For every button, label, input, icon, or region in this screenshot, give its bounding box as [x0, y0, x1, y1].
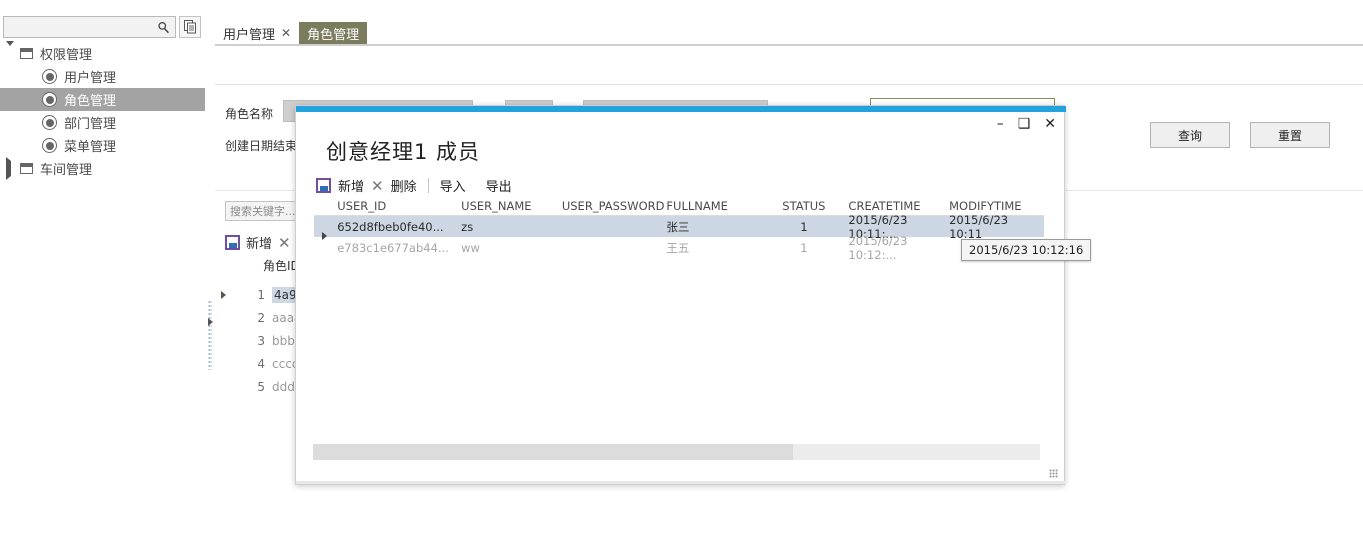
member-dialog: – ❑ ✕ 创意经理1 成员 新增 ✕ 删除 导入 导出 USER_ID USE… — [295, 105, 1066, 485]
reset-button[interactable]: 重置 — [1250, 122, 1330, 148]
app-window: 权限管理 用户管理 角色管理 部门管理 菜单管理 车间管理 用户管理 ✕ 角色管… — [0, 0, 1363, 535]
row-number: 1 — [257, 287, 265, 302]
grid-toolbar: 新增 ✕ — [225, 233, 291, 252]
cell-user-name: ww — [461, 240, 480, 255]
scrollbar-thumb[interactable] — [313, 444, 793, 460]
tab-strip: 用户管理 ✕ 角色管理 — [215, 20, 1363, 44]
close-icon[interactable]: ✕ — [281, 26, 291, 40]
cell-user-name: zs — [461, 219, 474, 234]
expand-collapse-toggle[interactable] — [6, 41, 20, 65]
column-header-modifytime[interactable]: MODIFYTIME — [949, 199, 1044, 213]
tab-label: 用户管理 — [223, 27, 276, 43]
cell-fullname: 张三 — [666, 219, 690, 234]
horizontal-scrollbar[interactable] — [313, 444, 1040, 460]
save-add-icon — [316, 178, 331, 193]
dialog-import-button[interactable]: 导入 — [440, 176, 466, 195]
grid-add-button[interactable]: 新增 — [246, 233, 272, 252]
resize-grip[interactable] — [1049, 469, 1058, 478]
sidebar-splitter[interactable] — [205, 0, 215, 535]
dialog-bottom-edge — [296, 481, 1066, 484]
row-number: 2 — [257, 310, 265, 325]
dialog-delete-button[interactable]: 删除 — [391, 176, 417, 195]
dialog-toolbar: 新增 ✕ 删除 导入 导出 — [316, 176, 512, 195]
cell-status: 1 — [800, 219, 808, 234]
copy-document-button[interactable] — [179, 16, 201, 38]
sidebar-item-user-management[interactable]: 用户管理 — [0, 65, 205, 88]
row-number: 3 — [257, 333, 265, 348]
column-header-createtime[interactable]: CREATETIME — [848, 199, 949, 213]
cell-createtime: 2015/6/23 10:12:... — [848, 233, 908, 262]
table-row[interactable]: e783c1e677ab44... ww 王五 1 2015/6/23 10:1… — [314, 234, 1044, 262]
person-icon — [42, 138, 57, 153]
column-header-status[interactable]: STATUS — [759, 199, 848, 213]
row-number: 4 — [257, 356, 265, 371]
sidebar-item-label: 车间管理 — [40, 163, 93, 178]
sidebar-item-label: 菜单管理 — [64, 140, 117, 155]
sidebar-item-label: 部门管理 — [64, 117, 117, 132]
cell-fullname: 王五 — [666, 240, 690, 255]
navigation-tree: 权限管理 用户管理 角色管理 部门管理 菜单管理 车间管理 — [0, 41, 205, 180]
splitter-grip[interactable] — [208, 300, 212, 370]
copy-document-icon — [183, 20, 196, 34]
sidebar-item-label: 角色管理 — [64, 94, 117, 109]
delete-x-icon[interactable]: ✕ — [371, 177, 384, 195]
search-icon — [158, 21, 169, 34]
sidebar-item-menu-management[interactable]: 菜单管理 — [0, 134, 205, 157]
label-role-name: 角色名称 — [225, 107, 274, 121]
dialog-add-button[interactable]: 新增 — [338, 176, 364, 195]
toolbar-separator — [427, 178, 429, 193]
column-header-fullname[interactable]: FULLNAME — [666, 199, 759, 213]
cell-modifytime: 2015/6/23 10:11 — [949, 212, 1009, 241]
sidebar-item-workshop-management[interactable]: 车间管理 — [0, 157, 205, 180]
row-number: 5 — [257, 379, 265, 394]
tab-user-management[interactable]: 用户管理 ✕ — [215, 22, 300, 44]
save-add-icon — [225, 235, 240, 250]
sidebar-search-row — [3, 16, 201, 38]
sidebar-item-label: 权限管理 — [40, 48, 93, 63]
expand-collapse-toggle[interactable] — [6, 157, 20, 180]
cell-user-id: 652d8fbeb0fe40... — [337, 219, 444, 234]
tab-underline — [215, 44, 1363, 46]
sidebar-item-role-management[interactable]: 角色管理 — [0, 88, 205, 111]
column-header-user-password[interactable]: USER_PASSWORD — [562, 199, 667, 213]
dialog-accent-bar — [296, 106, 1066, 112]
person-icon — [42, 69, 57, 84]
folder-icon — [20, 163, 33, 174]
delete-x-icon[interactable]: ✕ — [278, 234, 291, 252]
tab-label: 角色管理 — [307, 27, 360, 43]
minimize-button[interactable]: – — [997, 117, 1004, 131]
sidebar-item-department-management[interactable]: 部门管理 — [0, 111, 205, 134]
row-marker-icon — [221, 291, 226, 299]
column-header-user-name[interactable]: USER_NAME — [461, 199, 562, 213]
search-box[interactable] — [3, 16, 176, 38]
cell-user-id: e783c1e677ab44... — [337, 240, 449, 255]
label-create-date-end: 创建日期结束 — [225, 139, 298, 153]
person-icon — [42, 92, 57, 107]
dialog-export-button[interactable]: 导出 — [486, 176, 512, 195]
datetime-tooltip: 2015/6/23 10:12:16 — [961, 239, 1092, 261]
dialog-title: 创意经理1 成员 — [326, 140, 481, 164]
sidebar-item-label: 用户管理 — [64, 71, 117, 86]
sidebar-item-permission-management[interactable]: 权限管理 — [0, 41, 205, 65]
close-button[interactable]: ✕ — [1044, 117, 1056, 131]
content-header-panel — [215, 47, 1363, 85]
person-icon — [42, 115, 57, 130]
splitter-collapse-arrow-icon[interactable] — [208, 318, 213, 326]
folder-icon — [20, 48, 33, 59]
sidebar: 权限管理 用户管理 角色管理 部门管理 菜单管理 车间管理 — [0, 0, 205, 535]
maximize-button[interactable]: ❑ — [1018, 117, 1031, 131]
column-header-user-id[interactable]: USER_ID — [337, 199, 461, 213]
dialog-window-controls: – ❑ ✕ — [997, 117, 1056, 131]
tab-role-management[interactable]: 角色管理 — [299, 22, 368, 44]
member-table: USER_ID USER_NAME USER_PASSWORD FULLNAME… — [314, 196, 1044, 262]
cell-status: 1 — [800, 240, 808, 255]
row-marker-icon — [322, 231, 327, 240]
search-input[interactable] — [4, 17, 175, 37]
query-button[interactable]: 查询 — [1150, 122, 1230, 148]
